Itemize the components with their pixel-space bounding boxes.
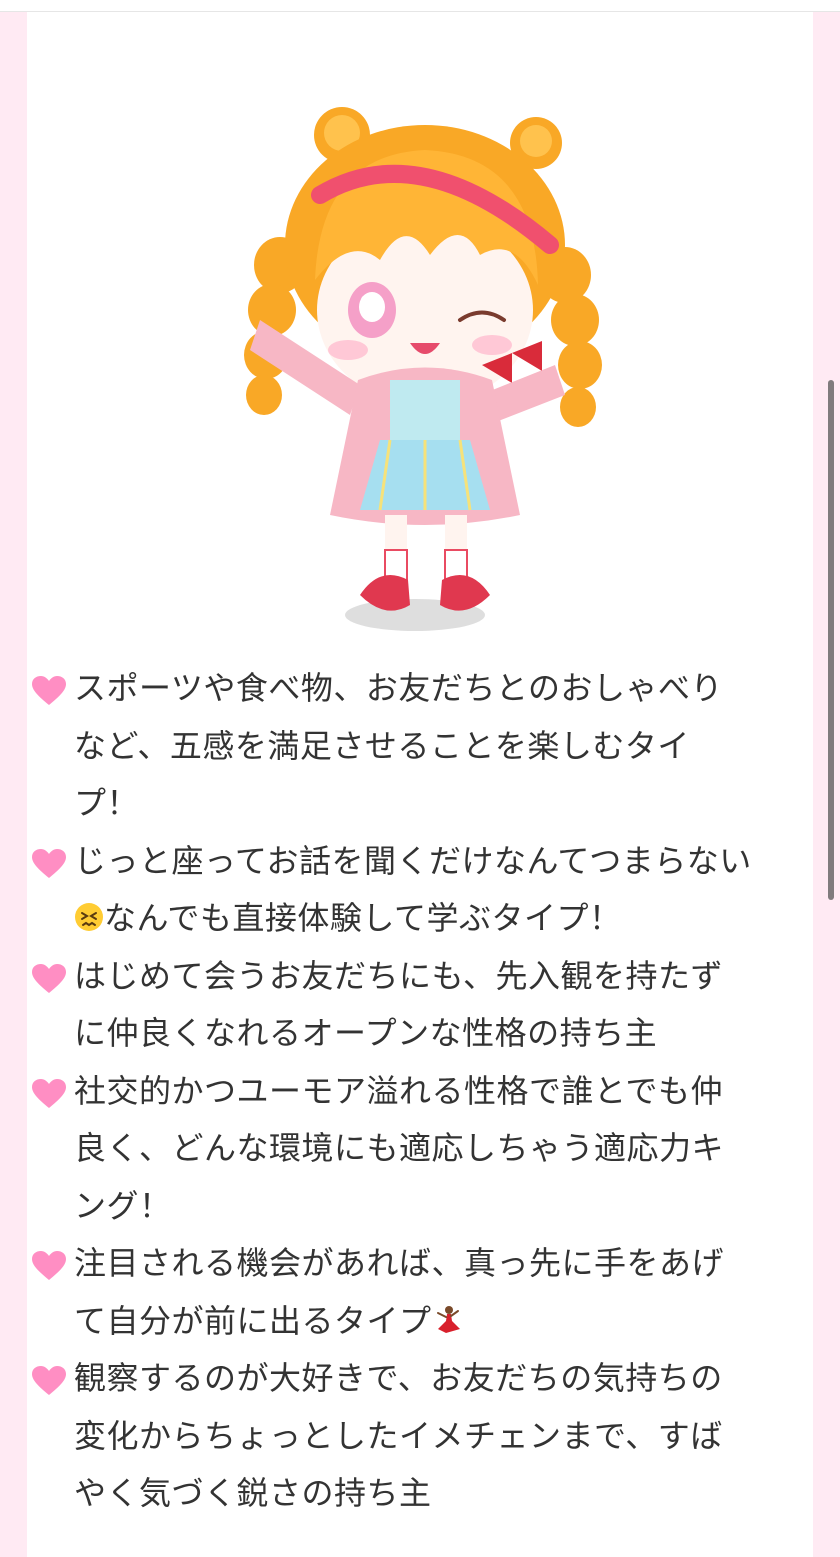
list-item: 社交的かつユーモア溢れる性格で誰とでも仲良く、どんな環境にも適応しちゃう適応力キ… <box>32 1063 752 1236</box>
list-item: じっと座ってお話を聞くだけなんてつまらないなんでも直接体験して学ぶタイプ！ <box>32 833 752 948</box>
list-item: スポーツや食べ物、お友だちとのおしゃべりなど、五感を満足させることを楽しむタイプ… <box>32 660 752 833</box>
heart-icon <box>32 963 66 993</box>
trait-text: スポーツや食べ物、お友だちとのおしゃべりなど、五感を満足させることを楽しむタイプ… <box>74 669 724 822</box>
heart-icon <box>32 1078 66 1108</box>
heart-icon <box>32 848 66 878</box>
trait-text: 観察するのが大好きで、お友だちの気持ちの変化からちょっとしたイメチェンまで、すば… <box>74 1359 723 1512</box>
list-item: 観察するのが大好きで、お友だちの気持ちの変化からちょっとしたイメチェンまで、すば… <box>32 1350 752 1523</box>
heart-icon <box>32 676 66 705</box>
confounded-face-emoji-icon <box>75 903 103 931</box>
trait-text-continued: なんでも直接体験して学ぶタイプ！ <box>104 899 622 937</box>
scrollbar[interactable] <box>828 380 834 900</box>
trait-text: 社交的かつユーモア溢れる性格で誰とでも仲良く、どんな環境にも適応しちゃう適応力キ… <box>74 1071 725 1225</box>
trait-list: スポーツや食べ物、お友だちとのおしゃべりなど、五感を満足させることを楽しむタイプ… <box>32 660 752 1523</box>
avatar-image <box>244 107 602 631</box>
heart-icon <box>32 1251 66 1280</box>
dancer-emoji-icon <box>436 1305 460 1333</box>
trait-text: はじめて会うお友だちにも、先入観を持たずに仲良くなれるオープンな性格の持ち主 <box>74 956 724 1053</box>
heart-icon <box>32 1366 66 1395</box>
top-edge <box>0 0 840 12</box>
list-item: はじめて会うお友だちにも、先入観を持たずに仲良くなれるオープンな性格の持ち主 <box>32 948 752 1063</box>
list-item: 注目される機会があれば、真っ先に手をあげて自分が前に出るタイプ <box>32 1235 752 1350</box>
trait-text: 注目される機会があれば、真っ先に手をあげて自分が前に出るタイプ <box>74 1244 725 1340</box>
trait-text: じっと座ってお話を聞くだけなんてつまらない <box>74 841 752 880</box>
